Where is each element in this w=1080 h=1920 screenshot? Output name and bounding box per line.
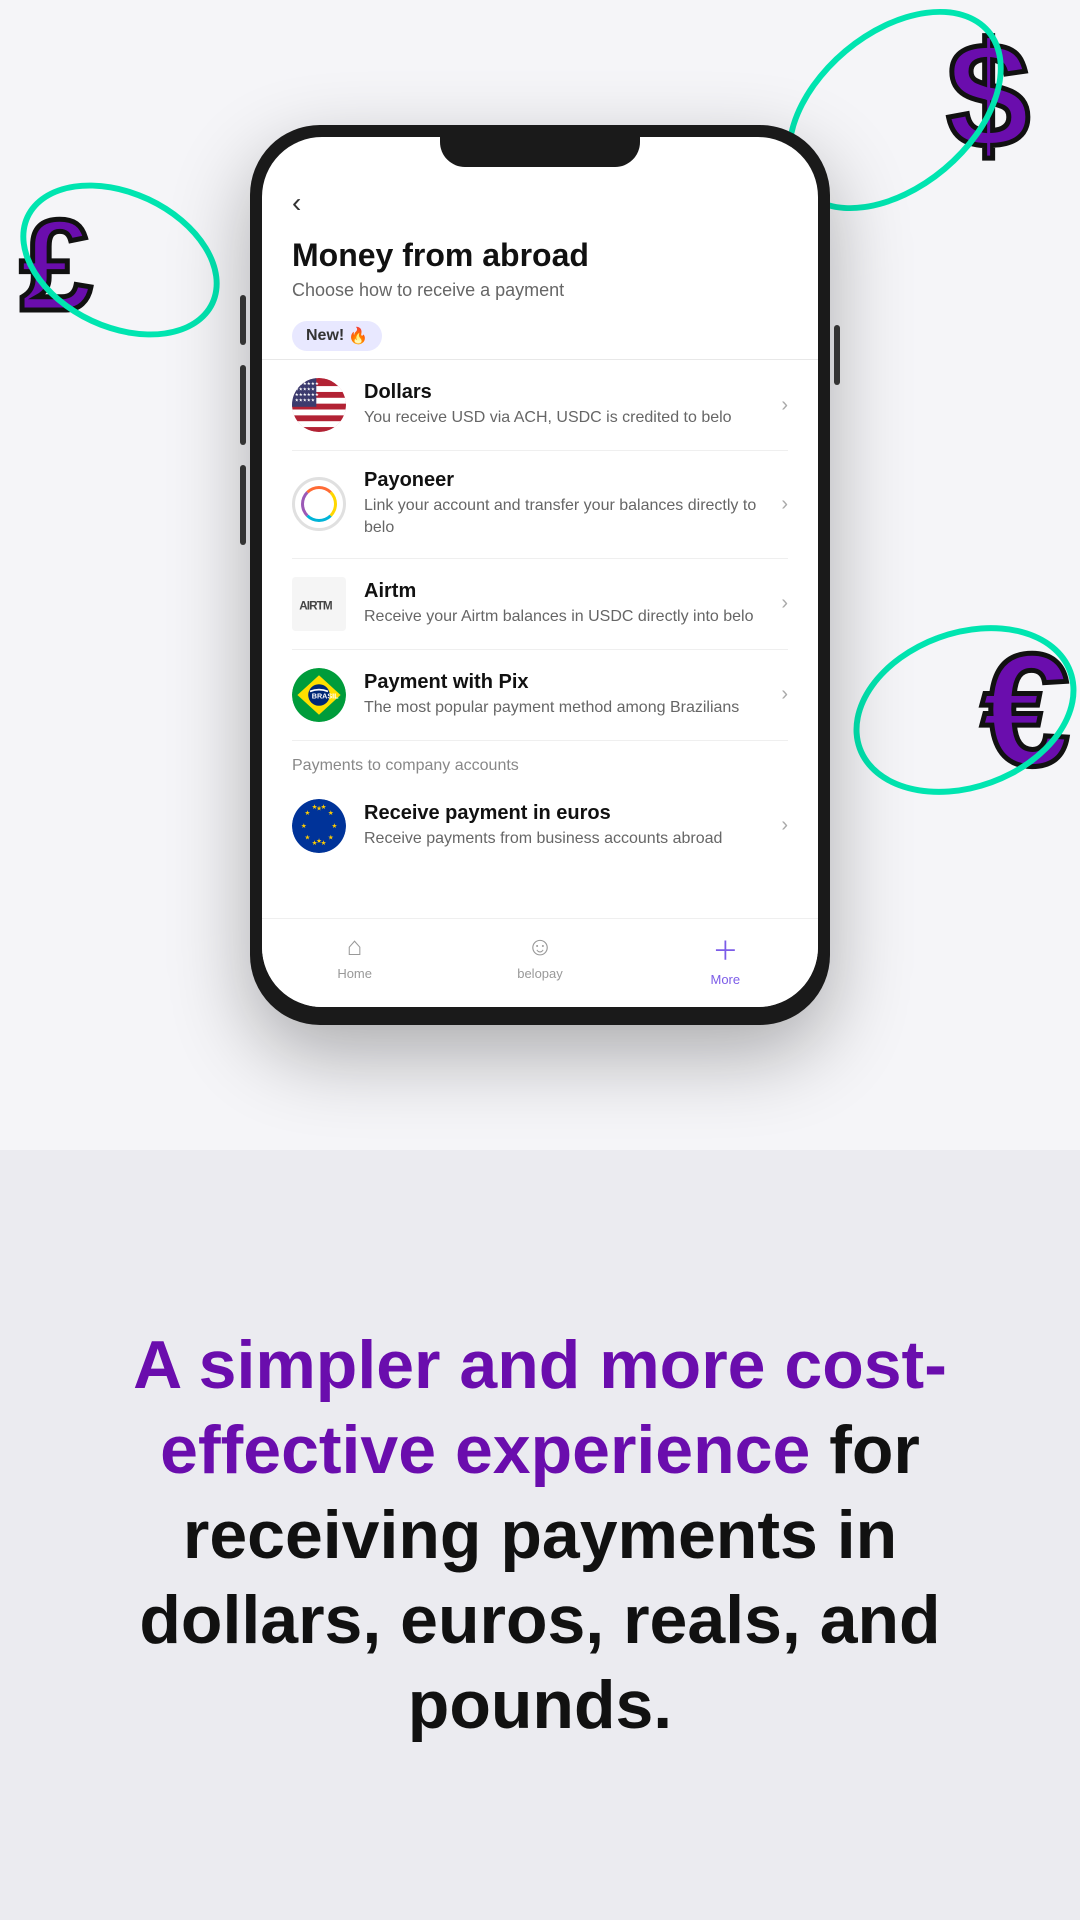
euros-chevron: › [781,814,788,837]
svg-text:★★★★★: ★★★★★ [295,387,316,392]
euro-icon-right: € [981,630,1070,790]
nav-item-home[interactable]: ⌂ Home [262,931,447,987]
payoneer-inner-ring [301,486,337,522]
svg-text:★★★★★: ★★★★★ [295,397,316,402]
app-content: ‹ Money from abroad Choose how to receiv… [262,167,818,918]
company-section-label: Payments to company accounts [292,741,788,781]
svg-text:★: ★ [304,834,310,841]
svg-text:★: ★ [321,804,327,811]
svg-text:★★★★★★: ★★★★★★ [295,392,320,397]
bottom-nav: ⌂ Home ☺ belopay ＋ More [262,918,818,1007]
euros-info: Receive payment in euros Receive payment… [364,802,763,850]
silent-button [240,295,246,345]
svg-text:★: ★ [304,810,310,817]
svg-text:★: ★ [331,823,337,830]
back-button[interactable]: ‹ [292,187,788,219]
payoneer-icon [292,477,346,531]
new-badge: New! 🔥 [292,321,382,351]
payoneer-desc: Link your account and transfer your bala… [364,495,763,540]
nav-item-belopay[interactable]: ☺ belopay [447,931,632,987]
eu-flag-icon: ★ ★ ★ ★ ★ ★ ★ ★ ★ ★ ★ ★ [292,799,346,853]
payment-item-pix[interactable]: BRASIL Payment with Pix The most popular… [292,650,788,741]
belopay-label: belopay [517,966,563,981]
dollars-desc: You receive USD via ACH, USDC is credite… [364,407,763,429]
euros-name: Receive payment in euros [364,802,763,825]
phone-notch [440,137,640,167]
phone-mockup: ‹ Money from abroad Choose how to receiv… [250,125,830,1025]
payment-item-euros[interactable]: ★ ★ ★ ★ ★ ★ ★ ★ ★ ★ ★ ★ [292,781,788,871]
pix-name: Payment with Pix [364,671,763,694]
svg-text:BRASIL: BRASIL [312,691,339,700]
page-subtitle: Choose how to receive a payment [292,280,788,301]
payment-item-payoneer[interactable]: Payoneer Link your account and transfer … [292,451,788,559]
svg-text:★: ★ [321,840,327,847]
more-icon: ＋ [712,931,738,968]
dollar-icon-top-right: $ [947,20,1030,170]
euros-desc: Receive payments from business accounts … [364,828,763,850]
airtm-info: Airtm Receive your Airtm balances in USD… [364,580,763,628]
payoneer-info: Payoneer Link your account and transfer … [364,469,763,540]
bottom-text-section: A simpler and more cost-effective experi… [0,1150,1080,1920]
dollars-chevron: › [781,394,788,417]
nav-item-more[interactable]: ＋ More [633,931,818,987]
volume-up-button [240,365,246,445]
bottom-headline: A simpler and more cost-effective experi… [80,1323,1000,1748]
airtm-chevron: › [781,592,788,615]
phone-screen: ‹ Money from abroad Choose how to receiv… [262,137,818,1007]
background-top: $ £ € ‹ Money from abroad Choose how to … [0,0,1080,1150]
svg-text:AIRTM: AIRTM [299,599,332,612]
airtm-desc: Receive your Airtm balances in USDC dire… [364,606,763,628]
belopay-icon: ☺ [527,931,554,962]
svg-text:★★★★★★: ★★★★★★ [295,381,320,386]
airtm-name: Airtm [364,580,763,603]
volume-down-button [240,465,246,545]
brazil-flag-icon: BRASIL [292,668,346,722]
svg-text:★: ★ [301,823,307,830]
svg-text:★: ★ [328,834,334,841]
svg-text:★: ★ [312,804,318,811]
payoneer-name: Payoneer [364,469,763,492]
pix-chevron: › [781,683,788,706]
svg-text:★: ★ [328,810,334,817]
payment-item-dollars[interactable]: ★★★★★★ ★★★★★ ★★★★★★ ★★★★★ Dollars You re… [292,360,788,451]
pix-info: Payment with Pix The most popular paymen… [364,671,763,719]
pix-desc: The most popular payment method among Br… [364,697,763,719]
page-title: Money from abroad [292,237,788,274]
dollars-name: Dollars [364,381,763,404]
pound-icon-left: £ [20,200,92,330]
svg-text:★: ★ [312,840,318,847]
power-button [834,325,840,385]
home-label: Home [337,966,372,981]
payoneer-chevron: › [781,493,788,516]
us-flag-icon: ★★★★★★ ★★★★★ ★★★★★★ ★★★★★ [292,378,346,432]
payment-item-airtm[interactable]: AIRTM Airtm Receive your Airtm balances … [292,559,788,650]
airtm-icon: AIRTM [292,577,346,631]
dollars-info: Dollars You receive USD via ACH, USDC is… [364,381,763,429]
home-icon: ⌂ [347,931,363,962]
more-label: More [711,972,741,987]
